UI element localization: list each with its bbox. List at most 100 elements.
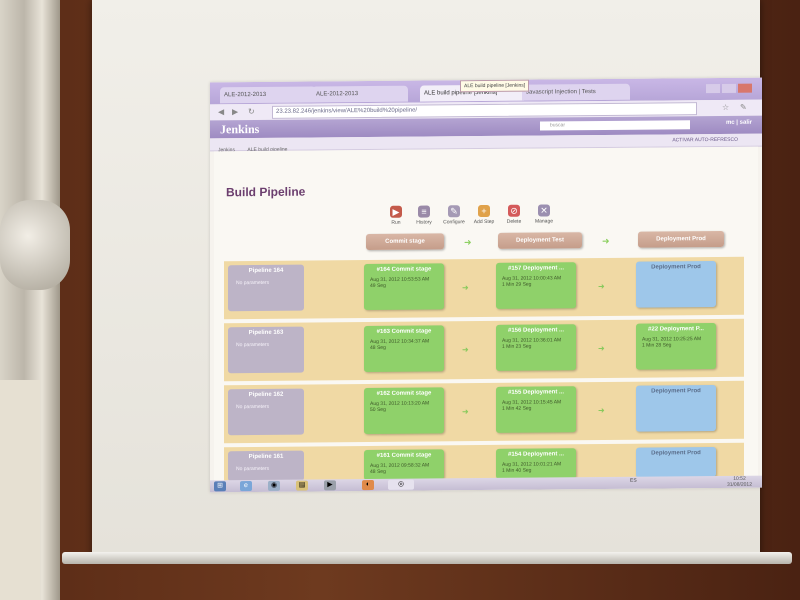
build-card-prod[interactable]: Deployment Prod xyxy=(636,446,716,478)
wrench-icon[interactable]: ✎ xyxy=(740,103,747,112)
forward-icon[interactable]: ▶ xyxy=(232,107,238,116)
build-title: #22 Deployment P... xyxy=(648,326,704,333)
player-icon[interactable]: ▶ xyxy=(324,480,336,491)
build-card-commit[interactable]: #161 Commit stage Aug 31, 2012 09:58:32 A… xyxy=(364,449,444,481)
build-card-prod[interactable]: Deployment Prod xyxy=(636,384,716,432)
build-title: #154 Deployment ... xyxy=(507,451,565,458)
browser-tab[interactable]: Javascript Injection | Tests xyxy=(522,83,630,101)
arrow-icon: ➜ xyxy=(462,283,469,293)
toolbar-label: Configure xyxy=(443,219,465,226)
auto-refresh-link[interactable]: ACTIVAR AUTO-REFRESCO xyxy=(672,134,738,147)
search-input[interactable]: buscar xyxy=(540,120,690,131)
build-title: #157 Deployment ... xyxy=(507,265,565,272)
jenkins-logo[interactable]: Jenkins xyxy=(220,122,259,137)
toolbar-run[interactable]: ▶ Run xyxy=(382,205,410,226)
build-title: #164 Commit stage xyxy=(376,266,432,273)
arrow-icon: ➜ xyxy=(598,343,605,354)
toolbar-history[interactable]: ≡ History xyxy=(410,205,438,226)
build-title: #156 Deployment ... xyxy=(507,327,565,334)
browser-tab[interactable]: ALE-2012-2013 xyxy=(312,85,408,103)
build-title: Deployment Prod xyxy=(651,388,701,395)
curtain-lower xyxy=(0,380,40,600)
arrow-icon: ➜ xyxy=(462,407,469,417)
manage-icon: ✕ xyxy=(538,204,550,217)
toolbar-delete[interactable]: ⊘ Delete xyxy=(500,204,528,225)
build-title: #162 Commit stage xyxy=(376,390,432,397)
build-card-test[interactable]: #155 Deployment ... Aug 31, 2012 10:15:45… xyxy=(496,386,576,433)
folder-icon[interactable]: ▤ xyxy=(296,480,308,491)
build-card-prod[interactable]: Deployment Prod xyxy=(636,260,716,308)
start-icon[interactable]: ⊞ xyxy=(214,481,226,492)
toolbar-add-step[interactable]: + Add Step xyxy=(470,204,498,226)
delete-icon: ⊘ xyxy=(508,204,520,217)
arrow-icon: ➜ xyxy=(598,405,605,416)
toolbar-label: History xyxy=(416,219,432,226)
language-indicator[interactable]: ES xyxy=(630,478,637,484)
ie-icon[interactable]: e xyxy=(240,481,252,492)
pipeline-params: No parameters xyxy=(236,279,270,287)
build-duration: 1 Min 28 Seg xyxy=(642,342,672,349)
build-duration: 1 Min 40 Seg xyxy=(502,467,532,474)
pipeline-name: Pipeline 161 xyxy=(248,453,284,461)
toolbar-label: Add Step xyxy=(473,218,495,226)
build-card-test[interactable]: #157 Deployment ... Aug 31, 2012 10:00:43… xyxy=(496,262,576,309)
pipeline-name: Pipeline 163 xyxy=(248,329,284,337)
page-title: Build Pipeline xyxy=(226,184,306,200)
star-icon[interactable]: ☆ xyxy=(722,103,729,112)
pipeline-params: No parameters xyxy=(236,465,270,473)
build-title: #155 Deployment ... xyxy=(507,389,565,396)
clock-date: 31/08/2012 xyxy=(726,481,752,488)
pipeline-label[interactable]: Pipeline 161 No parameters xyxy=(228,450,304,482)
build-title: #163 Commit stage xyxy=(376,328,432,335)
build-title: #161 Commit stage xyxy=(376,452,432,459)
pipeline-name: Pipeline 162 xyxy=(248,391,284,399)
minimize-icon[interactable] xyxy=(706,83,720,94)
toolbar-label: Delete xyxy=(506,218,522,225)
media-icon[interactable]: ◉ xyxy=(268,480,280,491)
stage-header-test: Deployment Test xyxy=(498,232,582,249)
reload-icon[interactable]: ↻ xyxy=(248,107,255,116)
toolbar-label: Run xyxy=(391,219,401,226)
toolbar-manage[interactable]: ✕ Manage xyxy=(530,204,558,225)
stage-header-commit: Commit stage xyxy=(366,233,444,251)
projected-browser: ALE-2012-2013 ALE-2012-2013 ALE build pi… xyxy=(210,77,762,493)
stage-header-prod: Deployment Prod xyxy=(638,230,724,248)
build-duration: 48 Seg xyxy=(370,344,386,352)
build-duration: 1 Min 29 Seg xyxy=(502,281,532,288)
pipeline-params: No parameters xyxy=(236,403,270,411)
tab-tooltip: ALE build pipeline [Jenkins] xyxy=(460,79,530,93)
maximize-icon[interactable] xyxy=(722,83,736,93)
build-duration: 48 Seg xyxy=(370,468,386,476)
pipeline-params: No parameters xyxy=(236,341,270,349)
back-icon[interactable]: ◀ xyxy=(218,107,224,116)
build-duration: 1 Min 23 Seg xyxy=(502,343,532,350)
toolbar-configure[interactable]: ✎ Configure xyxy=(440,205,468,225)
build-card-commit[interactable]: #163 Commit stage Aug 31, 2012 10:34:37 A… xyxy=(364,325,444,373)
build-card-commit[interactable]: #162 Commit stage Aug 31, 2012 10:13:20 A… xyxy=(364,387,444,435)
configure-icon: ✎ xyxy=(448,205,460,218)
build-duration: 1 Min 42 Seg xyxy=(502,405,532,412)
arrow-icon: ➜ xyxy=(464,237,472,248)
pipeline-label[interactable]: Pipeline 162 No parameters xyxy=(228,388,304,436)
pipeline-row: Pipeline 164 No parameters #164 Commit st… xyxy=(224,256,744,320)
build-duration: 50 Seg xyxy=(370,406,386,414)
system-clock[interactable]: 10:52 31/08/2012 xyxy=(727,476,752,488)
build-card-prod[interactable]: #22 Deployment P... Aug 31, 2012 10:25:25… xyxy=(636,322,716,370)
window-controls xyxy=(704,80,754,94)
screen-bottom-bar xyxy=(62,552,792,564)
firefox-icon[interactable]: ◐ xyxy=(362,479,374,491)
build-card-commit[interactable]: #164 Commit stage Aug 31, 2012 10:53:53 A… xyxy=(364,263,444,311)
build-card-test[interactable]: #156 Deployment ... Aug 31, 2012 10:36:01… xyxy=(496,324,576,371)
run-icon: ▶ xyxy=(390,205,402,218)
history-icon: ≡ xyxy=(418,205,430,218)
browser-tab[interactable]: ALE-2012-2013 xyxy=(220,86,316,104)
build-card-test[interactable]: #154 Deployment ... Aug 31, 2012 10:01:21… xyxy=(496,448,576,479)
chrome-icon[interactable]: ◎ xyxy=(388,479,414,490)
close-icon[interactable] xyxy=(738,83,752,93)
add-step-icon: + xyxy=(478,204,490,218)
pipeline-label[interactable]: Pipeline 164 No parameters xyxy=(228,264,304,312)
curtain-tie xyxy=(0,200,70,290)
user-links[interactable]: mc | salir xyxy=(726,120,752,126)
build-duration: 49 Seg xyxy=(370,282,386,290)
pipeline-label[interactable]: Pipeline 163 No parameters xyxy=(228,326,304,374)
